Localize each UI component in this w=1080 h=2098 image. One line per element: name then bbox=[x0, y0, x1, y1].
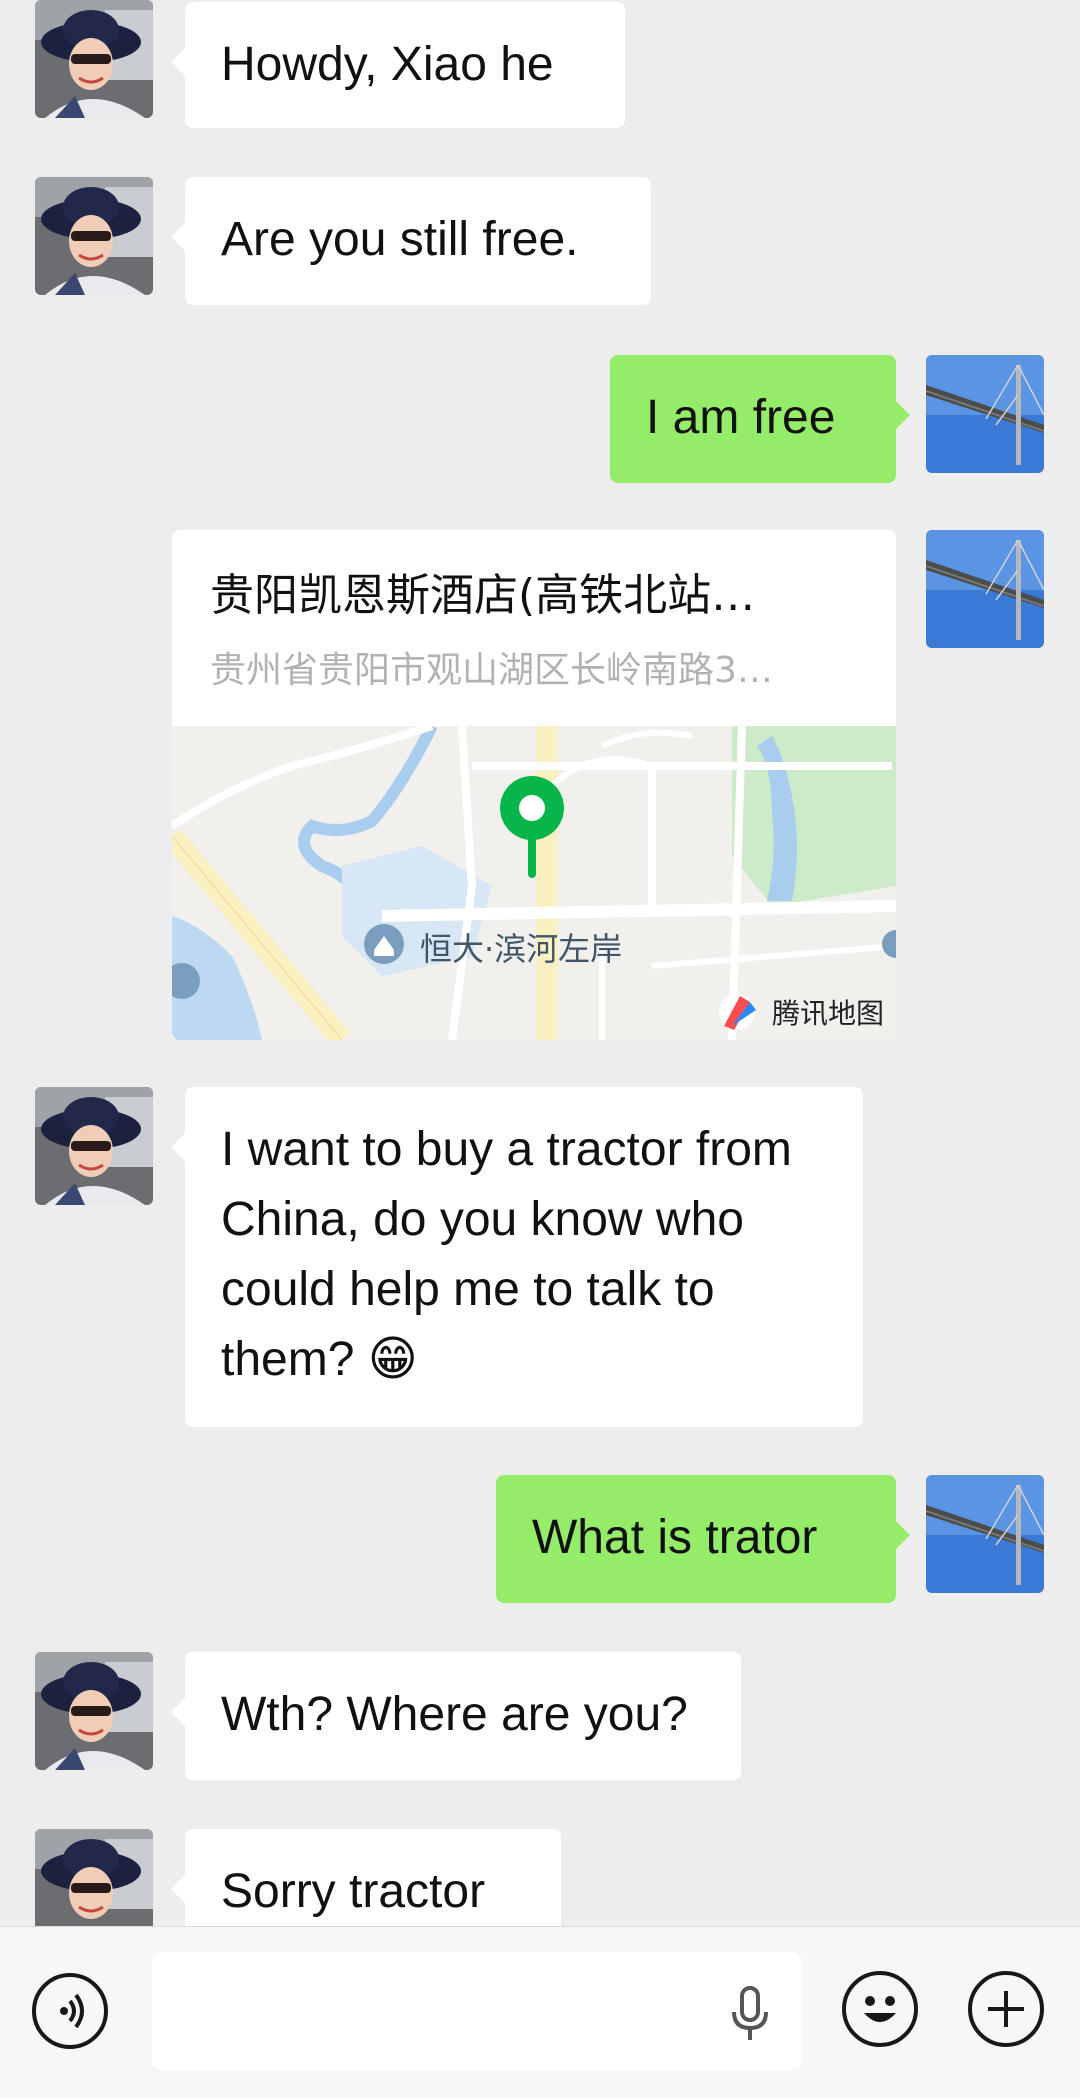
contact-avatar[interactable] bbox=[35, 177, 153, 295]
message-bubble-incoming[interactable]: Are you still free. bbox=[171, 177, 651, 305]
message-bubble-incoming[interactable]: I want to buy a tractor from China, do y… bbox=[171, 1087, 863, 1427]
message-text: Sorry tractor bbox=[221, 1865, 486, 1918]
message-text: Wth? Where are you? bbox=[221, 1688, 688, 1741]
map-provider: 腾讯地图 bbox=[772, 997, 885, 1030]
message-text: I am free bbox=[646, 391, 836, 444]
message-text: Howdy, Xiao he bbox=[221, 38, 554, 91]
message-bubble-incoming[interactable]: Wth? Where are you? bbox=[171, 1652, 741, 1780]
location-title: 贵阳凯恩斯酒店(高铁北站… bbox=[210, 570, 756, 621]
location-map[interactable]: 恒大·滨河左岸 腾讯地图 bbox=[172, 726, 896, 1040]
message-bubble-outgoing[interactable]: What is trator bbox=[496, 1475, 910, 1603]
own-avatar[interactable] bbox=[926, 1475, 1044, 1593]
message-text: I want to buy a tractor from China, do y… bbox=[221, 1123, 792, 1386]
microphone-icon[interactable] bbox=[728, 1986, 772, 2042]
own-avatar[interactable] bbox=[926, 355, 1044, 473]
contact-avatar[interactable] bbox=[35, 1087, 153, 1205]
message-bubble-outgoing[interactable]: I am free bbox=[610, 355, 910, 483]
voice-icon[interactable] bbox=[32, 1973, 108, 2049]
location-address: 贵州省贵阳市观山湖区长岭南路3… bbox=[210, 650, 773, 691]
message-bubble-incoming[interactable]: Howdy, Xiao he bbox=[171, 2, 625, 128]
location-card[interactable]: 贵阳凯恩斯酒店(高铁北站… 贵州省贵阳市观山湖区长岭南路3… 恒大·滨河左岸 腾… bbox=[172, 530, 896, 1040]
contact-avatar[interactable] bbox=[35, 0, 153, 118]
message-input[interactable] bbox=[152, 1952, 802, 2070]
chat-input-bar bbox=[0, 1926, 1080, 2098]
message-text: Are you still free. bbox=[221, 213, 579, 266]
own-avatar[interactable] bbox=[926, 530, 1044, 648]
emoji-icon[interactable] bbox=[842, 1971, 918, 2047]
contact-avatar[interactable] bbox=[35, 1652, 153, 1770]
map-place-label: 恒大·滨河左岸 bbox=[420, 930, 623, 968]
message-text: What is trator bbox=[532, 1511, 818, 1564]
plus-icon[interactable] bbox=[968, 1971, 1044, 2047]
